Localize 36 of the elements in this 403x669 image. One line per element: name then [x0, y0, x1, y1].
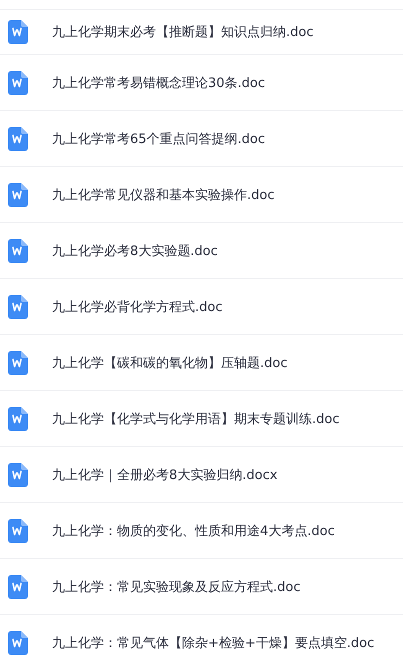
file-item[interactable]: 九上化学【化学式与化学用语】期末专题训练.doc	[0, 390, 403, 446]
file-name: 九上化学｜全册必考8大实验归纳.docx	[52, 466, 278, 484]
file-name: 九上化学【化学式与化学用语】期末专题训练.doc	[52, 410, 340, 428]
word-document-icon	[8, 518, 28, 542]
file-name: 九上化学必背化学方程式.doc	[52, 298, 222, 316]
file-item[interactable]: 九上化学【碳和碳的氧化物】压轴题.doc	[0, 334, 403, 390]
file-name: 九上化学：常见气体【除杂+检验+干燥】要点填空.doc	[52, 634, 374, 652]
file-name: 九上化学必考8大实验题.doc	[52, 242, 218, 260]
word-document-icon	[8, 462, 28, 486]
word-document-icon	[8, 70, 28, 94]
word-document-icon	[8, 20, 28, 44]
file-item[interactable]: 九上化学期末必考【推断题】知识点归纳.doc	[0, 9, 403, 54]
word-document-icon	[8, 574, 28, 598]
word-document-icon	[8, 126, 28, 150]
file-name: 九上化学期末必考【推断题】知识点归纳.doc	[52, 24, 314, 41]
word-document-icon	[8, 182, 28, 206]
file-item[interactable]: 九上化学：常见气体【除杂+检验+干燥】要点填空.doc	[0, 614, 403, 669]
file-name: 九上化学常考易错概念理论30条.doc	[52, 74, 266, 92]
word-document-icon	[8, 630, 28, 654]
file-item[interactable]: 九上化学｜全册必考8大实验归纳.docx	[0, 446, 403, 502]
file-item[interactable]: 九上化学常见仪器和基本实验操作.doc	[0, 166, 403, 222]
file-name: 九上化学常见仪器和基本实验操作.doc	[52, 186, 274, 204]
file-item[interactable]: 九上化学常考易错概念理论30条.doc	[0, 54, 403, 110]
file-name: 九上化学【碳和碳的氧化物】压轴题.doc	[52, 354, 288, 372]
file-name: 九上化学：常见实验现象及反应方程式.doc	[52, 578, 300, 596]
file-name: 九上化学：物质的变化、性质和用途4大考点.doc	[52, 522, 335, 540]
word-document-icon	[8, 350, 28, 374]
file-item[interactable]: 九上化学常考65个重点问答提纲.doc	[0, 110, 403, 166]
file-name: 九上化学常考65个重点问答提纲.doc	[52, 130, 266, 148]
file-item[interactable]: 九上化学必背化学方程式.doc	[0, 278, 403, 334]
word-document-icon	[8, 238, 28, 262]
file-item[interactable]: 九上化学：常见实验现象及反应方程式.doc	[0, 558, 403, 614]
word-document-icon	[8, 294, 28, 318]
word-document-icon	[8, 406, 28, 430]
file-item[interactable]: 九上化学必考8大实验题.doc	[0, 222, 403, 278]
file-item[interactable]: 九上化学：物质的变化、性质和用途4大考点.doc	[0, 502, 403, 558]
